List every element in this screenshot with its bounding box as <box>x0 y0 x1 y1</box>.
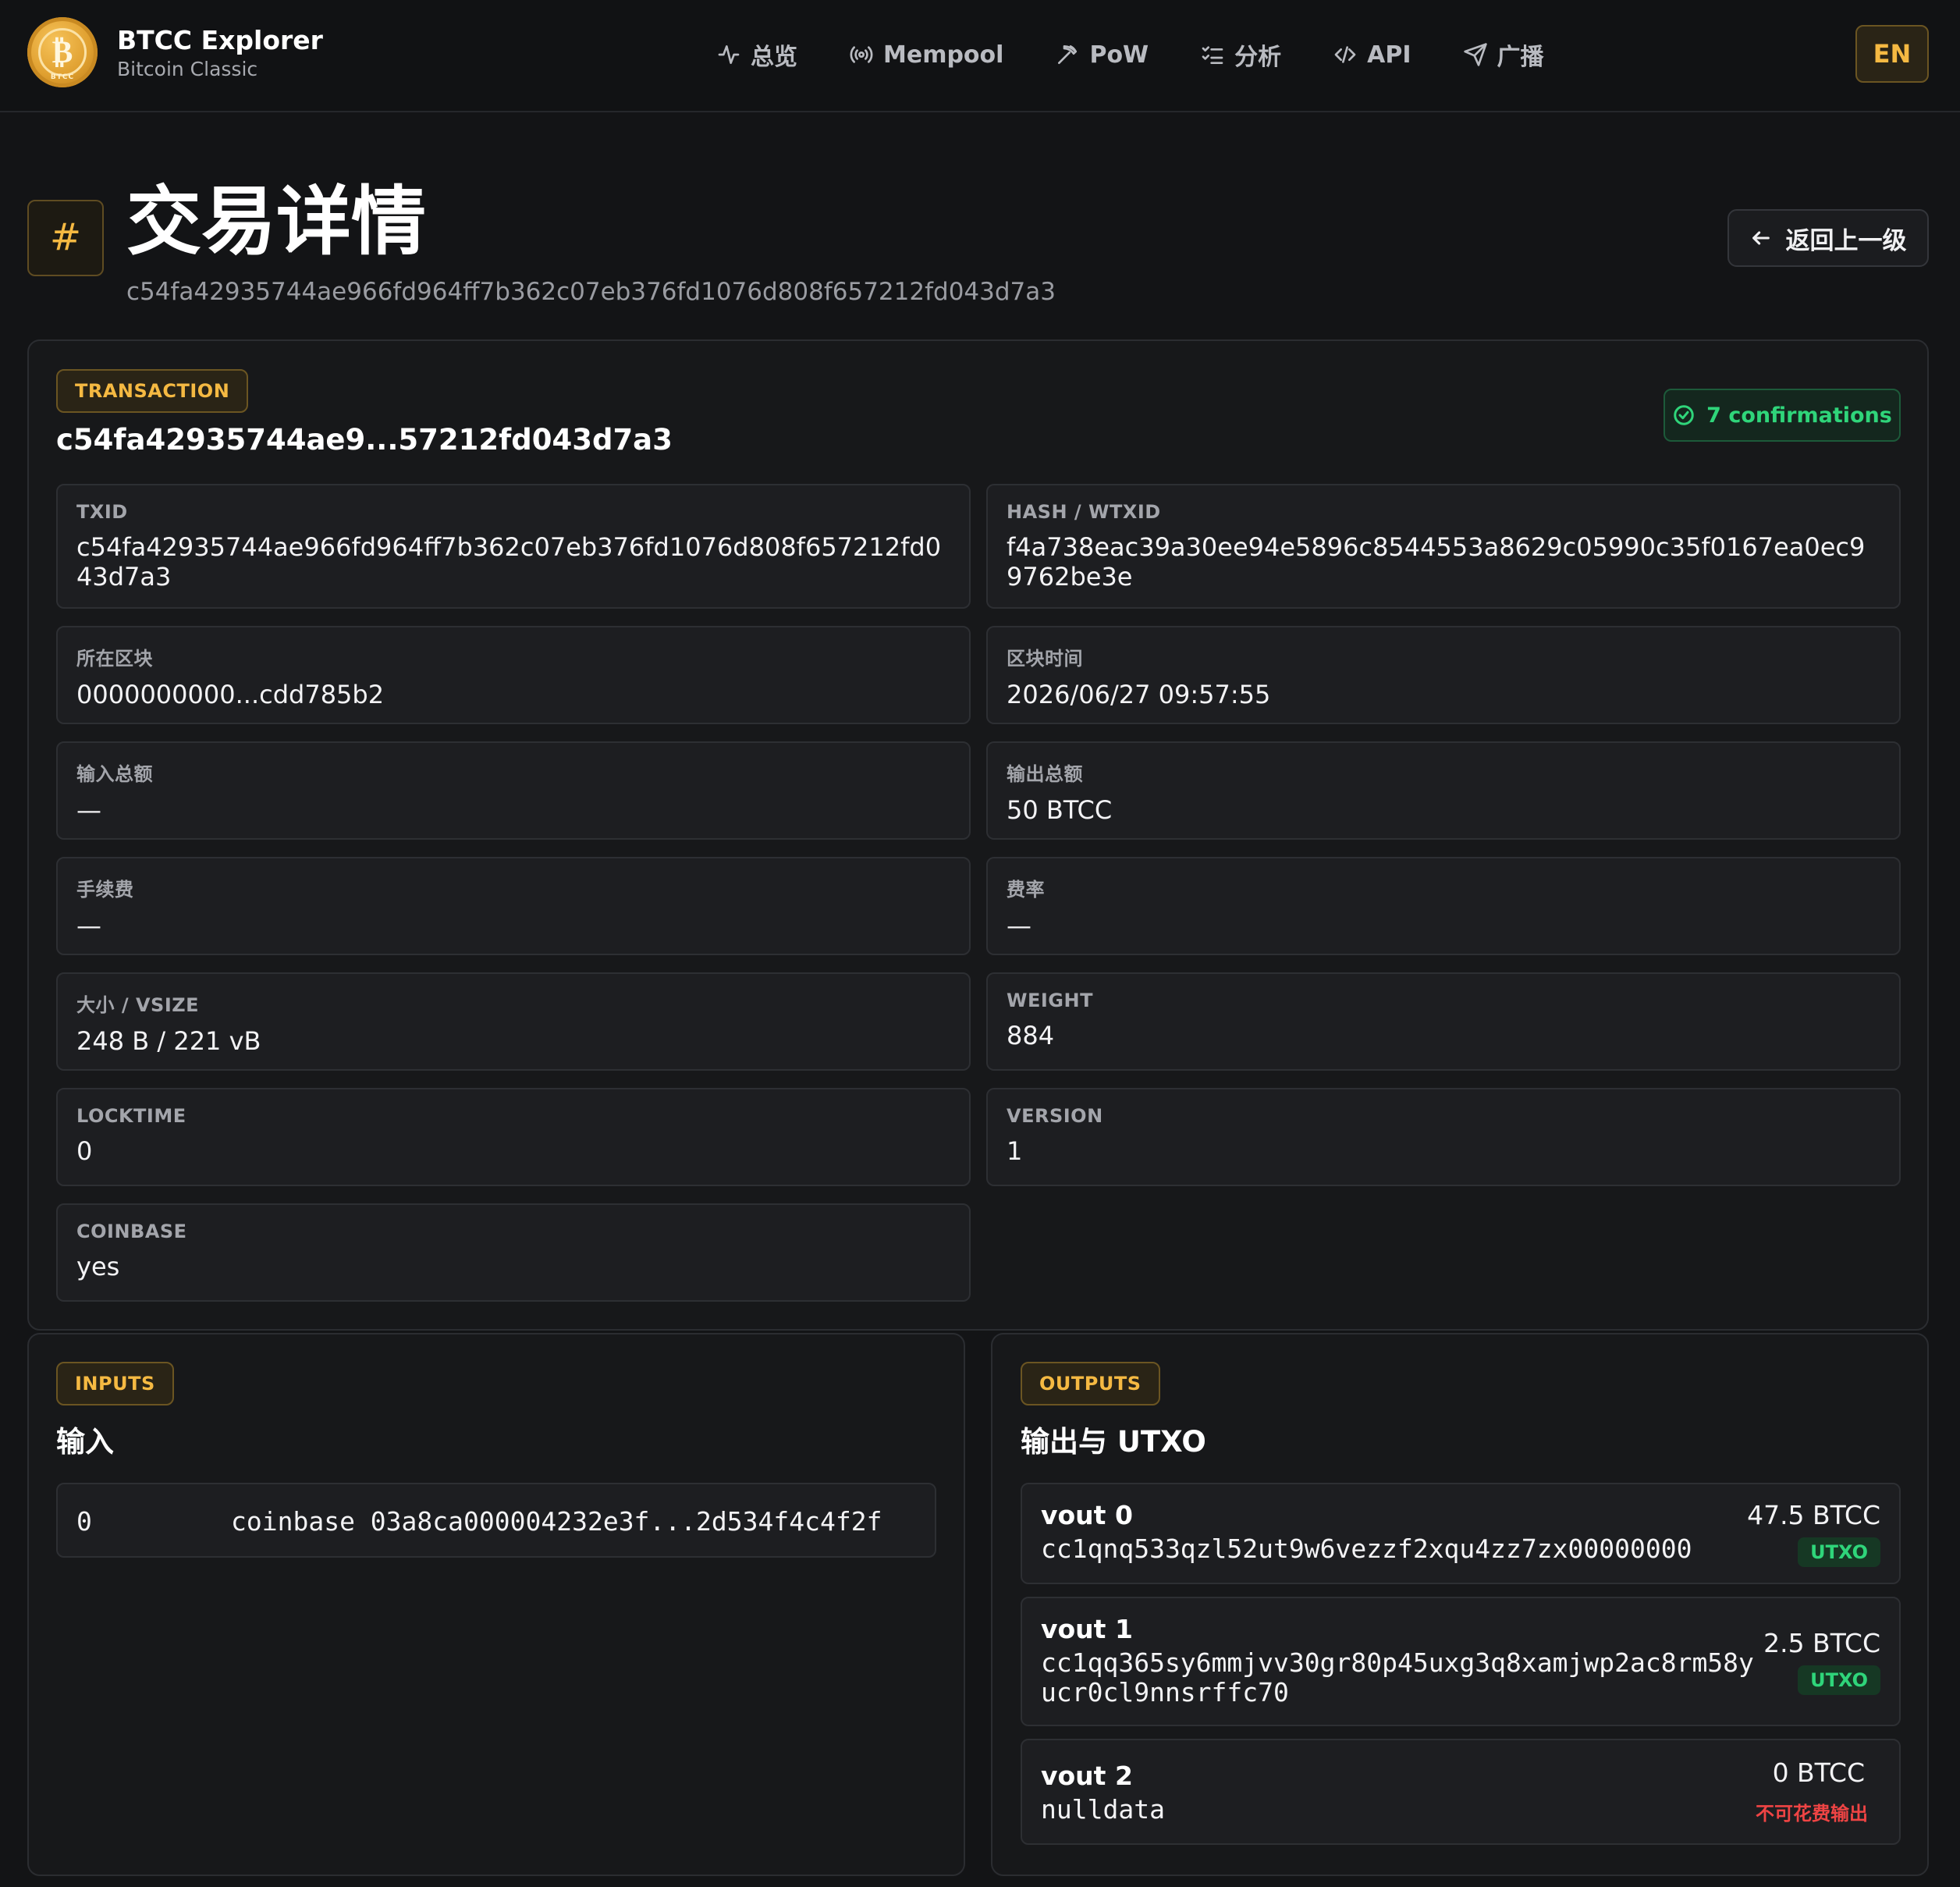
field-block[interactable]: 所在区块 0000000000...cdd785b2 <box>56 626 971 724</box>
inputs-heading: 输入 <box>56 1425 114 1459</box>
field-value: 0 <box>76 1136 93 1166</box>
field-block-time: 区块时间 2026/06/27 09:57:55 <box>986 626 1901 724</box>
field-fee: 手续费 — <box>56 857 971 955</box>
field-output-total: 输出总额 50 BTCC <box>986 741 1901 840</box>
field-label: 输入总额 <box>76 763 153 785</box>
code-icon <box>1334 46 1356 63</box>
field-label: 费率 <box>1007 879 1045 901</box>
nav-overview-label: 总览 <box>751 44 797 71</box>
field-label: 手续费 <box>76 879 134 901</box>
vout-address[interactable]: cc1qq365sy6mmjvv30gr80p45uxg3q8xamjwp2ac… <box>1041 1648 1759 1708</box>
field-label: WEIGHT <box>1007 990 1093 1011</box>
field-value: — <box>76 795 101 825</box>
vout-amount: 47.5 BTCC <box>1747 1500 1880 1530</box>
vout-row-2[interactable]: vout 2 nulldata 0 BTCC 不可花费输出 <box>1021 1739 1901 1845</box>
input-index: 0 <box>76 1506 92 1537</box>
inputs-tag: INPUTS <box>56 1362 174 1405</box>
broadcast-signal-icon <box>850 46 873 63</box>
input-row[interactable]: 0 coinbase 03a8ca000004232e3f...2d534f4c… <box>56 1483 936 1558</box>
send-icon <box>1463 43 1487 66</box>
arrow-left-icon <box>1752 231 1770 245</box>
inputs-panel <box>27 1333 965 1876</box>
field-locktime: LOCKTIME 0 <box>56 1088 971 1186</box>
field-value: 884 <box>1007 1021 1055 1050</box>
vout-label: vout 2 <box>1041 1761 1133 1791</box>
field-value: — <box>76 911 101 940</box>
nav-broadcast-label: 广播 <box>1497 44 1544 71</box>
field-label: 所在区块 <box>76 648 153 670</box>
unspendable-output-label: 不可花费输出 <box>1756 1803 1868 1825</box>
field-label: 输出总额 <box>1007 763 1083 785</box>
field-label: LOCKTIME <box>76 1105 186 1127</box>
field-version: VERSION 1 <box>986 1088 1901 1186</box>
field-value: 50 BTCC <box>1007 795 1113 825</box>
utxo-badge: UTXO <box>1798 1665 1880 1695</box>
brand-subtitle: Bitcoin Classic <box>117 58 258 80</box>
field-value: 1 <box>1007 1136 1023 1166</box>
field-coinbase: COINBASE yes <box>56 1203 971 1302</box>
nav-pow[interactable]: PoW <box>1055 36 1149 73</box>
field-label: VERSION <box>1007 1105 1103 1127</box>
field-wtxid: HASH / WTXID f4a738eac39a30ee94e5896c854… <box>986 484 1901 609</box>
back-button[interactable]: 返回上一级 <box>1727 209 1929 267</box>
vout-amount: 2.5 BTCC <box>1763 1628 1880 1658</box>
field-weight: WEIGHT 884 <box>986 972 1901 1071</box>
vout-address: nulldata <box>1041 1794 1165 1825</box>
vout-row-1[interactable]: vout 1 cc1qq365sy6mmjvv30gr80p45uxg3q8xa… <box>1021 1597 1901 1726</box>
transaction-short-id: c54fa42935744ae9...57212fd043d7a3 <box>56 423 673 457</box>
pickaxe-icon <box>1058 45 1078 64</box>
field-value: f4a738eac39a30ee94e5896c8544553a8629c059… <box>1007 532 1866 592</box>
field-value: c54fa42935744ae966fd964ff7b362c07eb376fd… <box>76 532 942 592</box>
outputs-tag: OUTPUTS <box>1021 1362 1160 1405</box>
nav-analysis[interactable]: 分析 <box>1200 36 1281 73</box>
list-checks-icon <box>1202 46 1223 64</box>
nav-pow-label: PoW <box>1089 41 1149 69</box>
vout-address[interactable]: cc1qnq533qzl52ut9w6vezzf2xqu4zz7zx000000… <box>1041 1534 1759 1564</box>
back-button-label: 返回上一级 <box>1785 226 1907 255</box>
page-txid: c54fa42935744ae966fd964ff7b362c07eb376fd… <box>126 278 1056 306</box>
outputs-heading: 输出与 UTXO <box>1021 1425 1206 1459</box>
field-value: 2026/06/27 09:57:55 <box>1007 680 1271 709</box>
field-value: — <box>1007 911 1031 940</box>
vout-amount: 0 BTCC <box>1772 1757 1865 1788</box>
field-label: 区块时间 <box>1007 648 1083 670</box>
transaction-tag: TRANSACTION <box>56 369 249 413</box>
main-nav: 总览 Mempool PoW 分析 API 广播 <box>716 36 1596 73</box>
page-title: 交易详情 <box>126 178 426 265</box>
field-value: 248 B / 221 vB <box>76 1026 261 1056</box>
nav-analysis-label: 分析 <box>1234 44 1282 71</box>
activity-icon <box>718 45 740 64</box>
confirmations-badge: 7 confirmations <box>1664 389 1901 442</box>
nav-broadcast[interactable]: 广播 <box>1463 36 1544 73</box>
nav-mempool-label: Mempool <box>883 41 1004 69</box>
confirmations-text: 7 confirmations <box>1706 403 1892 428</box>
field-fee-rate: 费率 — <box>986 857 1901 955</box>
btcc-logo[interactable]: ₿ BTCC <box>27 17 98 87</box>
input-coinbase-script: coinbase 03a8ca000004232e3f...2d534f4c4f… <box>231 1506 882 1537</box>
field-label: COINBASE <box>76 1221 187 1242</box>
nav-overview[interactable]: 总览 <box>716 36 797 73</box>
field-label: HASH / WTXID <box>1007 501 1161 523</box>
top-navigation-bar: ₿ BTCC BTCC Explorer Bitcoin Classic 总览 … <box>0 0 1960 112</box>
field-label: 大小 / VSIZE <box>76 994 200 1016</box>
nav-mempool[interactable]: Mempool <box>849 36 1003 73</box>
field-txid: TXID c54fa42935744ae966fd964ff7b362c07eb… <box>56 484 971 609</box>
logo-text: BTCC <box>50 73 75 81</box>
nav-api-label: API <box>1367 41 1411 69</box>
brand-title[interactable]: BTCC Explorer <box>117 25 323 55</box>
bitcoin-coin-icon: ₿ <box>38 28 87 76</box>
language-toggle-button[interactable]: EN <box>1855 25 1929 83</box>
utxo-badge: UTXO <box>1798 1537 1880 1567</box>
check-circle-icon <box>1674 405 1694 425</box>
vout-row-0[interactable]: vout 0 cc1qnq533qzl52ut9w6vezzf2xqu4zz7z… <box>1021 1483 1901 1584</box>
hash-icon: # <box>27 200 104 276</box>
vout-label: vout 0 <box>1041 1500 1133 1530</box>
nav-api[interactable]: API <box>1333 36 1411 73</box>
field-value[interactable]: 0000000000...cdd785b2 <box>76 680 950 709</box>
field-label: TXID <box>76 501 128 523</box>
field-input-total: 输入总额 — <box>56 741 971 840</box>
field-size-vsize: 大小 / VSIZE 248 B / 221 vB <box>56 972 971 1071</box>
field-value: yes <box>76 1252 120 1281</box>
vout-label: vout 1 <box>1041 1614 1133 1644</box>
